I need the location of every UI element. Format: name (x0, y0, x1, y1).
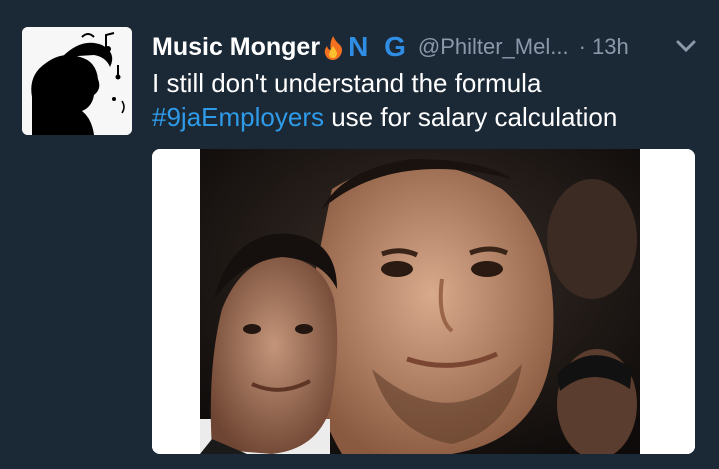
flag-text: N G (348, 31, 410, 62)
hashtag-link[interactable]: #9jaEmployers (152, 102, 324, 132)
author-handle[interactable]: @Philter_Mel... (418, 34, 569, 60)
author-name[interactable]: Music Monger (152, 33, 320, 62)
tweet-text-line2: #9jaEmployers use for salary calculation (152, 100, 712, 134)
avatar[interactable] (22, 27, 132, 135)
fire-icon (322, 34, 344, 60)
tweet-text-line1: I still don't understand the formula (152, 68, 542, 98)
chevron-down-icon[interactable] (673, 33, 699, 59)
meme-photo (152, 149, 695, 454)
tweet-text-rest: use for salary calculation (323, 102, 618, 132)
tweet-time[interactable]: · 13h (579, 34, 629, 60)
tweet-text: I still don't understand the formula #9j… (152, 66, 712, 134)
tweet-header: Music Monger N G @Philter_Mel... · 13h (152, 29, 712, 65)
tweet-image[interactable] (152, 149, 695, 454)
avatar-silhouette-icon (22, 27, 132, 135)
